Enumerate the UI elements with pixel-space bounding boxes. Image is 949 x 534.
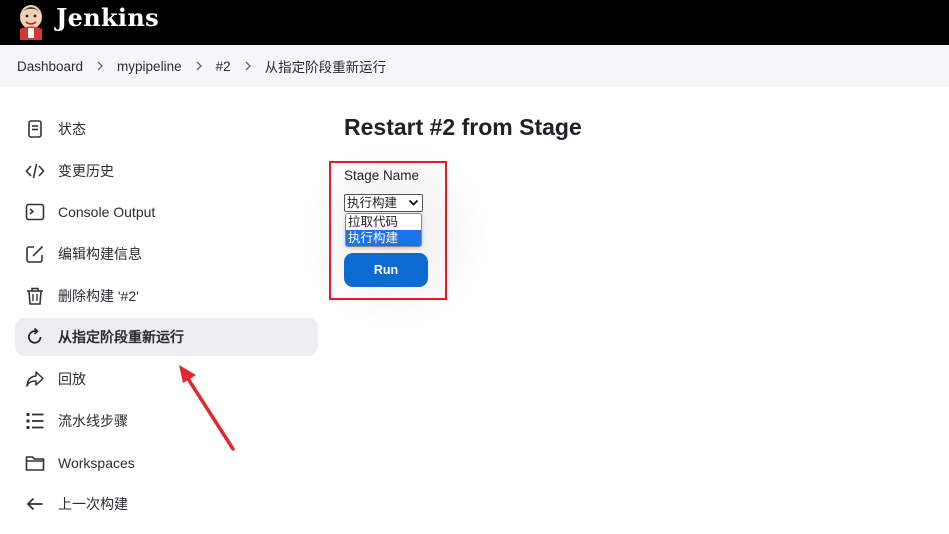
sidebar-item-label: 流水线步骤 [58,412,128,429]
sidebar-item-label: Console Output [58,204,156,221]
sidebar-item-delete-build[interactable]: 删除构建 '#2' [15,277,318,315]
terminal-icon [25,202,45,222]
sidebar-item-replay[interactable]: 回放 [15,360,318,398]
run-button[interactable]: Run [344,253,428,287]
chevron-down-icon [408,199,419,206]
sidebar-item-label: 回放 [58,371,86,388]
sidebar-item-restart-from-stage[interactable]: 从指定阶段重新运行 [15,318,318,357]
top-header: Jenkins [0,0,949,45]
sidebar-item-edit-build-info[interactable]: 编辑构建信息 [15,235,318,273]
stage-select[interactable]: 执行构建 [344,194,423,212]
replay-arrow-icon [25,369,45,389]
chevron-right-icon [244,60,254,72]
sidebar-item-workspaces[interactable]: Workspaces [15,444,318,482]
sidebar-item-label: 编辑构建信息 [58,246,142,263]
sidebar-item-label: Workspaces [58,454,135,471]
breadcrumb-mypipeline[interactable]: mypipeline [117,59,182,74]
stage-name-label: Stage Name [344,168,420,183]
stage-option-selected[interactable]: 执行构建 [346,230,421,246]
code-icon [25,161,45,181]
jenkins-logo-icon[interactable] [15,2,47,40]
restart-icon [25,327,45,347]
annotation-arrow-icon [179,365,235,451]
sidebar-item-label: 上一次构建 [58,496,128,513]
breadcrumb-restart-from-stage[interactable]: 从指定阶段重新运行 [265,56,387,76]
sidebar: 状态 变更历史 Console Output 编辑构建信息 删除构建 '#2' … [15,110,318,527]
sidebar-item-previous-build[interactable]: 上一次构建 [15,485,318,523]
page-title: Restart #2 from Stage [344,114,582,140]
edit-icon [25,244,45,264]
sidebar-item-status[interactable]: 状态 [15,110,318,148]
stage-select-value: 执行构建 [347,196,398,210]
sidebar-item-label: 变更历史 [58,162,114,179]
breadcrumb-build-2[interactable]: #2 [216,59,231,74]
sidebar-item-console-output[interactable]: Console Output [15,193,318,231]
status-document-icon [25,119,45,139]
jenkins-brand[interactable]: Jenkins [56,3,159,32]
sidebar-item-label: 状态 [58,121,86,137]
stage-option[interactable]: 拉取代码 [346,214,421,230]
stage-select-dropdown: 拉取代码 执行构建 [345,213,422,247]
chevron-right-icon [96,60,106,72]
sidebar-item-label: 删除构建 '#2' [58,287,139,304]
breadcrumb: Dashboard mypipeline #2 从指定阶段重新运行 [0,45,949,87]
chevron-right-icon [195,60,205,72]
list-icon [25,411,45,431]
sidebar-item-pipeline-steps[interactable]: 流水线步骤 [15,402,318,440]
folder-icon [25,453,45,473]
arrow-left-icon [25,494,45,514]
sidebar-item-label: 从指定阶段重新运行 [58,329,184,346]
sidebar-item-changes[interactable]: 变更历史 [15,152,318,190]
trash-icon [25,286,45,306]
breadcrumb-dashboard[interactable]: Dashboard [17,59,83,74]
